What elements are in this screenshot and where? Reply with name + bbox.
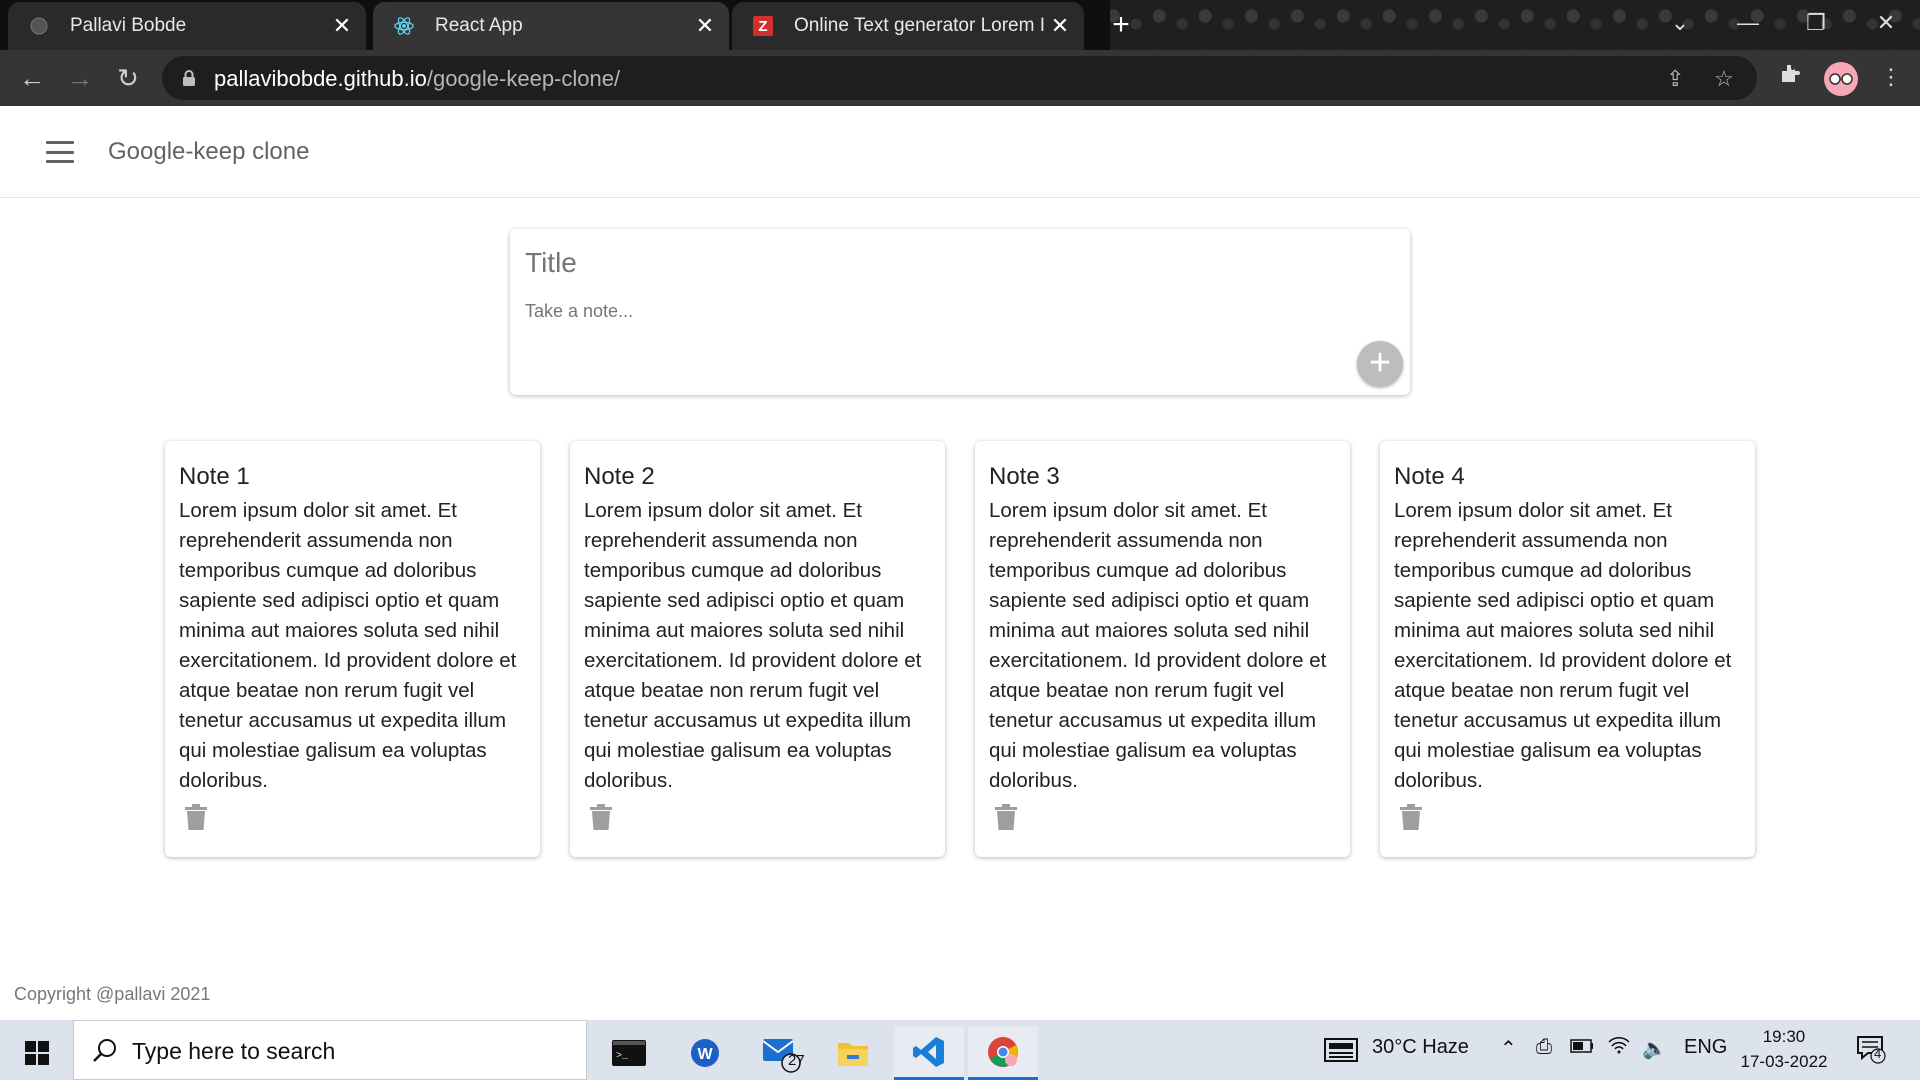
restore-icon[interactable]: ❐ bbox=[1796, 8, 1836, 38]
close-tab-icon[interactable]: ✕ bbox=[328, 12, 356, 40]
input-language[interactable]: ENG bbox=[1684, 1036, 1727, 1059]
share-icon[interactable]: ⇪ bbox=[1666, 66, 1684, 92]
url-path: /google-keep-clone/ bbox=[426, 66, 621, 91]
close-tab-icon[interactable]: ✕ bbox=[1046, 12, 1074, 40]
hamburger-menu-icon[interactable] bbox=[46, 141, 74, 163]
note-content: Lorem ipsum dolor sit amet. Et reprehend… bbox=[989, 499, 1327, 792]
chrome-icon[interactable] bbox=[968, 1026, 1038, 1080]
footer-copyright: Copyright @pallavi 2021 bbox=[14, 984, 211, 1004]
mail-icon[interactable]: 27 bbox=[746, 1026, 816, 1080]
app-header: Google-keep clone bbox=[0, 106, 1920, 198]
minimize-icon[interactable]: — bbox=[1728, 8, 1768, 38]
weather-icon[interactable] bbox=[1324, 1037, 1358, 1069]
z-logo-icon: Z bbox=[752, 15, 774, 37]
svg-text:W: W bbox=[697, 1046, 713, 1063]
note-title-input[interactable] bbox=[525, 247, 1385, 279]
add-note-button[interactable]: + bbox=[1357, 341, 1403, 387]
note-content: Lorem ipsum dolor sit amet. Et reprehend… bbox=[584, 499, 922, 792]
word-app-icon[interactable]: W bbox=[670, 1026, 740, 1080]
clock-time: 19:30 bbox=[1762, 1027, 1806, 1046]
delete-icon[interactable] bbox=[590, 804, 612, 835]
tab-react-app[interactable]: React App ✕ bbox=[373, 2, 729, 50]
wifi-icon[interactable] bbox=[1608, 1036, 1630, 1060]
react-icon bbox=[393, 15, 415, 37]
tab-pallavi-bobde[interactable]: Pallavi Bobde ✕ bbox=[8, 2, 366, 50]
clock-date: 17-03-2022 bbox=[1740, 1052, 1828, 1071]
app-title: Google-keep clone bbox=[108, 138, 310, 165]
close-tab-icon[interactable]: ✕ bbox=[691, 12, 719, 40]
plus-icon: + bbox=[1368, 342, 1392, 384]
weather-text[interactable]: 30°C Haze bbox=[1372, 1036, 1469, 1059]
note-card: Note 1 Lorem ipsum dolor sit amet. Et re… bbox=[165, 441, 540, 857]
note-title: Note 1 bbox=[179, 463, 250, 490]
meet-now-icon[interactable]: ⎙ bbox=[1536, 1036, 1552, 1059]
note-title: Note 3 bbox=[989, 463, 1060, 490]
svg-text:>_: >_ bbox=[616, 1051, 629, 1062]
notification-center-icon[interactable]: 4 bbox=[1856, 1034, 1886, 1070]
note-content: Lorem ipsum dolor sit amet. Et reprehend… bbox=[179, 499, 517, 792]
browser-toolbar: ← → ↻ pallavibobde.github.io/google-keep… bbox=[0, 50, 1920, 106]
create-note-form: + bbox=[510, 229, 1410, 395]
volume-icon[interactable]: 🔈 bbox=[1642, 1036, 1667, 1061]
note-title: Note 2 bbox=[584, 463, 655, 490]
taskbar-search[interactable]: Type here to search bbox=[73, 1020, 587, 1080]
tab-title: Online Text generator Lorem Ipsu bbox=[794, 15, 1046, 36]
search-placeholder: Type here to search bbox=[132, 1038, 336, 1064]
delete-icon[interactable] bbox=[1400, 804, 1422, 835]
address-bar[interactable]: pallavibobde.github.io/google-keep-clone… bbox=[162, 56, 1757, 100]
delete-icon[interactable] bbox=[995, 804, 1017, 835]
tab-lorem-ipsum-generator[interactable]: Z Online Text generator Lorem Ipsu ✕ bbox=[732, 2, 1084, 50]
windows-start-icon[interactable] bbox=[2, 1026, 72, 1080]
note-title: Note 4 bbox=[1394, 463, 1465, 490]
lock-icon[interactable] bbox=[182, 69, 196, 92]
file-explorer-icon[interactable] bbox=[818, 1026, 888, 1080]
globe-icon bbox=[28, 15, 50, 37]
extensions-icon[interactable] bbox=[1778, 62, 1802, 92]
notification-count: 4 bbox=[1874, 1046, 1882, 1061]
tab-title: React App bbox=[435, 15, 523, 36]
close-window-icon[interactable]: ✕ bbox=[1866, 8, 1906, 38]
tab-title: Pallavi Bobde bbox=[70, 15, 187, 36]
forward-icon[interactable]: → bbox=[64, 62, 96, 94]
browser-tab-bar: Pallavi Bobde ✕ React App ✕ Z Online Tex… bbox=[0, 0, 1920, 50]
svg-text:Z: Z bbox=[758, 18, 767, 35]
back-icon[interactable]: ← bbox=[16, 62, 48, 94]
profile-avatar[interactable] bbox=[1824, 62, 1858, 96]
note-card: Note 2 Lorem ipsum dolor sit amet. Et re… bbox=[570, 441, 945, 857]
url-host: pallavibobde.github.io bbox=[214, 66, 427, 91]
browser-menu-icon[interactable]: ⋮ bbox=[1880, 64, 1902, 90]
delete-icon[interactable] bbox=[185, 804, 207, 835]
new-tab-button[interactable]: + bbox=[1108, 10, 1134, 40]
mail-badge: 27 bbox=[788, 1052, 805, 1069]
show-hidden-icons[interactable]: ⌃ bbox=[1500, 1036, 1517, 1061]
battery-icon[interactable] bbox=[1570, 1036, 1594, 1059]
bookmark-star-icon[interactable]: ☆ bbox=[1714, 66, 1734, 92]
tab-search-icon[interactable]: ⌄ bbox=[1660, 8, 1700, 38]
note-card: Note 4 Lorem ipsum dolor sit amet. Et re… bbox=[1380, 441, 1755, 857]
note-content-input[interactable] bbox=[525, 301, 1385, 322]
system-clock[interactable]: 19:30 17-03-2022 bbox=[1736, 1024, 1832, 1074]
terminal-icon[interactable]: >_ bbox=[594, 1026, 664, 1080]
reload-icon[interactable]: ↻ bbox=[112, 62, 144, 94]
note-card: Note 3 Lorem ipsum dolor sit amet. Et re… bbox=[975, 441, 1350, 857]
windows-taskbar: Type here to search >_ W 27 30°C Haze ⌃ … bbox=[0, 1020, 1920, 1080]
search-icon bbox=[92, 1037, 118, 1068]
vscode-icon[interactable] bbox=[894, 1026, 964, 1080]
note-content: Lorem ipsum dolor sit amet. Et reprehend… bbox=[1394, 499, 1732, 792]
